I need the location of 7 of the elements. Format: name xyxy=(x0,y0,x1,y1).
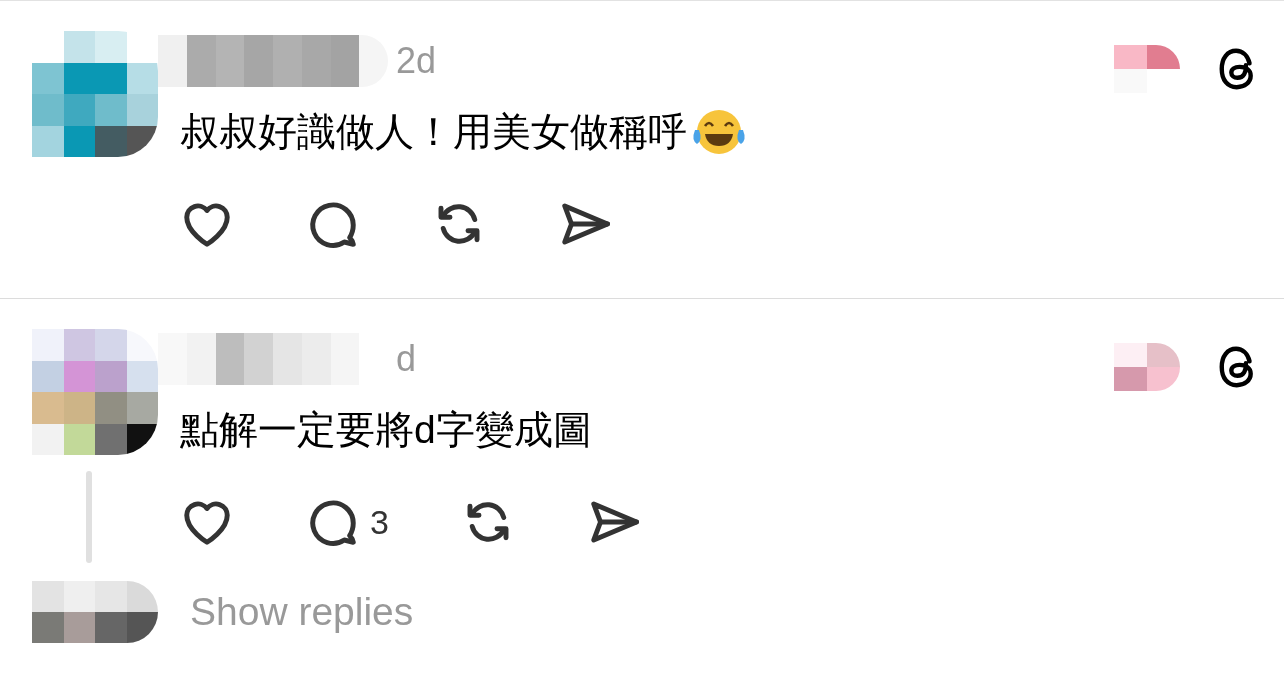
post-time: d xyxy=(396,338,417,380)
post-time: 2d xyxy=(396,40,437,82)
redacted-avatar xyxy=(1114,45,1180,93)
redacted-avatar xyxy=(1114,343,1180,391)
reply-button[interactable]: 3 xyxy=(306,495,389,549)
post-text: 點解一定要將d字變成圖 xyxy=(180,407,592,453)
post-text: 叔叔好識做人！用美女做稱呼 xyxy=(180,109,687,155)
